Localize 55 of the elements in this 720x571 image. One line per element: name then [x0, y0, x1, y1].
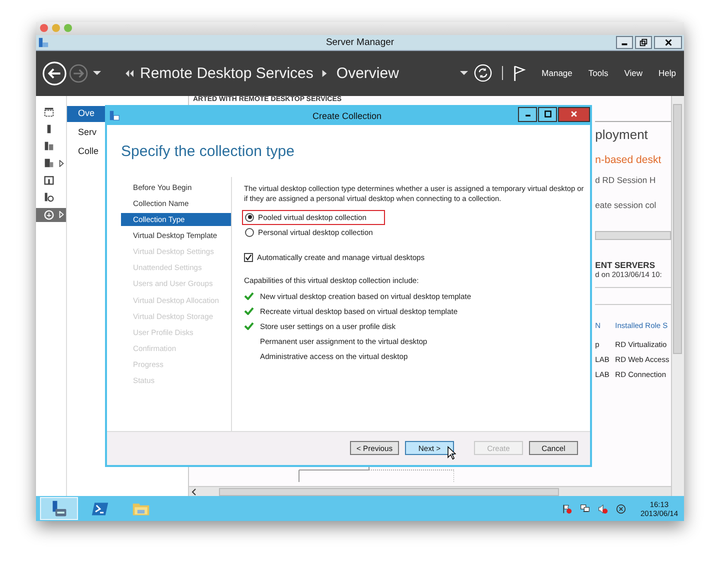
menu-item[interactable]: Manage	[542, 68, 572, 78]
vertical-scrollbar[interactable]	[671, 96, 684, 496]
radio-button[interactable]	[245, 212, 254, 222]
menu-item[interactable]: Help	[658, 68, 676, 78]
sidebar-item[interactable]	[36, 208, 66, 222]
minimize-button[interactable]	[518, 106, 537, 122]
flag-icon[interactable]	[512, 64, 526, 82]
radio-button[interactable]	[245, 228, 254, 237]
app-icon	[38, 36, 49, 48]
breadcrumb-arrows-icon	[125, 70, 135, 77]
menu-item[interactable]: View	[624, 68, 643, 78]
back-button[interactable]	[42, 60, 67, 86]
page-heading: Specify the collection type	[120, 142, 296, 162]
servers-heading: ENT SERVERS	[595, 260, 656, 270]
close-circle-icon[interactable]	[616, 504, 626, 514]
breadcrumb-current: Overview	[336, 64, 399, 82]
close-icon	[664, 38, 672, 47]
dialog-title: Create Collection	[311, 110, 383, 121]
maximize-button[interactable]	[538, 106, 557, 122]
network-icon[interactable]	[580, 504, 590, 514]
restore-button[interactable]	[635, 36, 652, 49]
section-title: ployment	[595, 126, 649, 142]
sidebar-icon	[44, 141, 54, 152]
checkbox[interactable]	[244, 252, 253, 262]
restore-icon	[639, 38, 648, 47]
caret-icon[interactable]	[93, 69, 101, 78]
refresh-icon[interactable]	[474, 64, 492, 82]
sidebar-icon	[44, 158, 54, 168]
horizontal-scrollbar[interactable]	[189, 486, 671, 496]
maximize-icon	[544, 110, 552, 118]
close-icon	[570, 110, 578, 118]
flag-alert-icon[interactable]	[562, 504, 572, 514]
deployment-step: eate session col	[595, 200, 671, 210]
scroll-left-icon[interactable]	[191, 488, 197, 496]
server-icon	[50, 500, 68, 518]
speaker-muted-icon[interactable]	[598, 504, 608, 514]
expand-arrow-icon	[59, 160, 64, 167]
minimize-button[interactable]	[616, 36, 633, 49]
sidebar-icon	[44, 175, 54, 186]
sidebar-icon	[44, 192, 54, 202]
caret-icon[interactable]	[460, 69, 468, 78]
expand-arrow-icon	[59, 211, 64, 218]
window-title: Server Manager	[324, 36, 396, 48]
sidebar-icon	[44, 210, 54, 220]
menu-item[interactable]: Tools	[588, 68, 608, 78]
mouse-cursor-icon	[447, 446, 456, 460]
terminal-icon	[91, 500, 109, 518]
close-button[interactable]	[558, 106, 590, 122]
deployment-step: d RD Session H	[595, 174, 671, 185]
close-button[interactable]	[654, 36, 682, 49]
sidebar-icon	[44, 107, 54, 118]
breadcrumb-separator-icon	[322, 70, 328, 77]
taskbar-app[interactable]	[40, 497, 78, 520]
breadcrumb-link[interactable]: Remote Desktop Services	[140, 64, 314, 82]
app-icon	[109, 110, 120, 122]
